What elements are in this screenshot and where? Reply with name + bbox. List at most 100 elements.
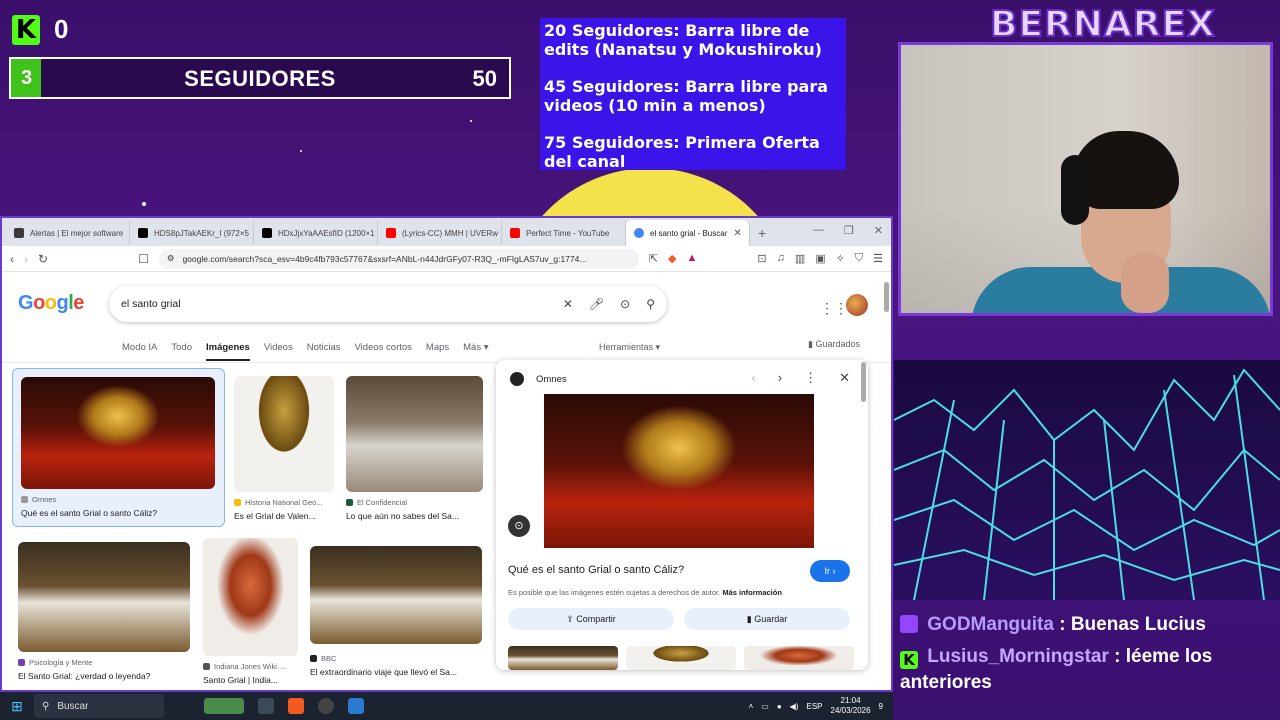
related-image[interactable] bbox=[508, 646, 618, 670]
more-info-link[interactable]: Más información bbox=[722, 588, 782, 597]
mic-icon[interactable]: 🎤︎ bbox=[589, 297, 604, 311]
image-result[interactable]: BBC El extraordinario viaje que llevó el… bbox=[310, 546, 482, 677]
result-source: Indiana Jones Wiki ... bbox=[203, 662, 298, 671]
toolbar-icons: ⇱ ◆ ▲ ⊡ ♫ ▥ ▣ ✧ ⛉ ☰ bbox=[649, 252, 883, 265]
x-icon bbox=[262, 228, 272, 238]
browser-tab[interactable]: (Lyrics-CC) MMH | UVERw bbox=[378, 220, 502, 246]
prev-icon[interactable]: ‹ bbox=[751, 370, 755, 386]
tab-strip: Alertas | El mejor software HDS8pJTakAEK… bbox=[2, 218, 891, 246]
preview-source[interactable]: Omnes bbox=[536, 374, 567, 385]
tab-imagenes[interactable]: Imágenes bbox=[206, 342, 250, 361]
reward-text: 20 Seguidores: Barra libre de edits (Nan… bbox=[544, 21, 822, 59]
notification-badge[interactable]: 9 bbox=[879, 702, 883, 711]
search-icon: ⚲ bbox=[42, 700, 50, 712]
tab-modo-ia[interactable]: Modo IA bbox=[122, 342, 157, 361]
tab-label: HDxJjxYaAAEsfID (1200×1 bbox=[278, 228, 375, 238]
app-icon[interactable] bbox=[348, 698, 364, 714]
minimize-icon[interactable]: — bbox=[813, 224, 824, 237]
save-button[interactable]: ▮ Guardar bbox=[684, 608, 850, 630]
tab-maps[interactable]: Maps bbox=[426, 342, 449, 361]
next-icon[interactable]: › bbox=[778, 370, 782, 386]
follower-rewards-panel: 20 Seguidores: Barra libre de edits (Nan… bbox=[540, 18, 846, 171]
volume-icon[interactable]: ◀) bbox=[790, 702, 799, 711]
go-button[interactable]: Ir › bbox=[810, 560, 850, 582]
tab-videos[interactable]: Videos bbox=[264, 342, 293, 361]
browser-tab-active[interactable]: el santo grial - Buscar ✕ bbox=[626, 220, 750, 246]
share-button[interactable]: ⇪ Compartir bbox=[508, 608, 674, 630]
new-tab-button[interactable]: + bbox=[750, 220, 774, 246]
bookmark-icon[interactable]: ☐ bbox=[138, 252, 149, 266]
source-icon bbox=[310, 655, 317, 662]
saved-button[interactable]: ▮ Guardados bbox=[808, 339, 860, 350]
preview-image[interactable] bbox=[544, 394, 814, 548]
related-image[interactable] bbox=[626, 646, 736, 670]
vpn-icon[interactable]: ⛉ bbox=[855, 252, 863, 265]
chat-username: GODManguita bbox=[927, 614, 1054, 635]
close-icon[interactable]: ✕ bbox=[839, 370, 850, 386]
more-icon[interactable]: ⋮ bbox=[804, 370, 817, 386]
clock[interactable]: 21:04 24/03/2026 bbox=[831, 696, 871, 716]
close-icon[interactable]: ✕ bbox=[733, 228, 741, 239]
media-icon[interactable]: ♫ bbox=[777, 252, 785, 265]
star bbox=[470, 120, 472, 122]
apps-grid-icon[interactable]: ⋮⋮ bbox=[820, 300, 848, 317]
image-result[interactable]: El Confidencial Lo que aún no sabes del … bbox=[346, 376, 483, 521]
image-result[interactable]: Omnes Qué es el santo Grial o santo Cáli… bbox=[12, 368, 225, 527]
lens-search-icon[interactable]: ⊙ bbox=[508, 515, 530, 537]
browser-tab[interactable]: Alertas | El mejor software bbox=[6, 220, 130, 246]
preview-scrollbar[interactable] bbox=[861, 362, 866, 402]
windows-start-icon[interactable]: ⊞ bbox=[0, 698, 34, 715]
image-result[interactable]: Indiana Jones Wiki ... Santo Grial | Ind… bbox=[203, 538, 298, 685]
site-info-icon[interactable]: ⚙ bbox=[167, 253, 175, 264]
task-view-icon[interactable] bbox=[258, 698, 274, 714]
image-result[interactable]: Historia National Geo... Es el Grial de … bbox=[234, 376, 334, 521]
result-source: Historia National Geo... bbox=[234, 498, 334, 507]
result-source: BBC bbox=[310, 654, 482, 663]
search-input[interactable]: el santo grial ✕ 🎤︎ ⊙ ⚲ bbox=[109, 286, 667, 322]
browser-tab[interactable]: HDxJjxYaAAEsfID (1200×1 bbox=[254, 220, 378, 246]
tab-search-icon[interactable]: ⊡ bbox=[757, 252, 766, 265]
extensions-icon[interactable]: ✧ bbox=[836, 252, 845, 265]
widget-icon[interactable] bbox=[204, 698, 244, 714]
brave-icon[interactable] bbox=[288, 698, 304, 714]
menu-icon[interactable]: ☰ bbox=[873, 252, 883, 265]
related-image[interactable] bbox=[744, 646, 854, 670]
lens-icon[interactable]: ⊙ bbox=[620, 297, 630, 311]
reload-icon[interactable]: ↻ bbox=[38, 252, 48, 266]
source-label: Indiana Jones Wiki ... bbox=[214, 662, 286, 671]
chat-message: GODManguita : Buenas Lucius bbox=[900, 612, 1280, 638]
search-icon[interactable]: ⚲ bbox=[646, 297, 655, 311]
tab-todo[interactable]: Todo bbox=[171, 342, 192, 361]
chat-overlay: GODManguita : Buenas Lucius K Lusius_Mor… bbox=[900, 612, 1280, 702]
share-icon[interactable]: ⇱ bbox=[649, 252, 658, 265]
back-icon[interactable]: ‹ bbox=[10, 252, 14, 266]
tab-noticias[interactable]: Noticias bbox=[307, 342, 341, 361]
maximize-icon[interactable]: ❐ bbox=[844, 224, 854, 237]
mic-icon[interactable]: ● bbox=[777, 702, 782, 711]
chevron-up-icon[interactable]: ˄ bbox=[749, 702, 754, 711]
source-label: BBC bbox=[321, 654, 337, 663]
google-logo[interactable]: Google bbox=[18, 292, 84, 315]
result-image bbox=[21, 377, 215, 489]
close-window-icon[interactable]: ✕ bbox=[874, 224, 883, 237]
address-bar[interactable]: ⚙ google.com/search?sca_esv=4b9c4fb793c5… bbox=[158, 248, 639, 269]
clear-icon[interactable]: ✕ bbox=[563, 297, 573, 311]
sidebar-icon[interactable]: ▥ bbox=[795, 252, 805, 265]
preview-title[interactable]: Qué es el santo Grial o santo Cáliz? bbox=[508, 564, 684, 576]
browser-tab[interactable]: Perfect Time - YouTube bbox=[502, 220, 626, 246]
avatar[interactable] bbox=[846, 294, 868, 316]
language-indicator[interactable]: ESP bbox=[806, 702, 822, 711]
page-scrollbar[interactable] bbox=[884, 282, 889, 312]
brave-shield-icon[interactable]: ◆ bbox=[668, 252, 676, 265]
rewards-icon[interactable]: ▲ bbox=[686, 252, 697, 265]
image-result[interactable]: Psicología y Mente El Santo Grial: ¿verd… bbox=[18, 542, 190, 681]
obs-icon[interactable] bbox=[318, 698, 334, 714]
network-icon[interactable]: ▭ bbox=[761, 702, 769, 711]
tools-dropdown[interactable]: Herramientas ▾ bbox=[599, 342, 660, 353]
browser-tab[interactable]: HDS8pJTakAEKr_I (972×5 bbox=[130, 220, 254, 246]
tab-videos-cortos[interactable]: Videos cortos bbox=[355, 342, 412, 361]
taskbar-search[interactable]: ⚲ Buscar bbox=[34, 694, 164, 718]
wallet-icon[interactable]: ▣ bbox=[815, 252, 825, 265]
tab-mas[interactable]: Más ▾ bbox=[463, 342, 488, 361]
forward-icon[interactable]: › bbox=[24, 252, 28, 266]
